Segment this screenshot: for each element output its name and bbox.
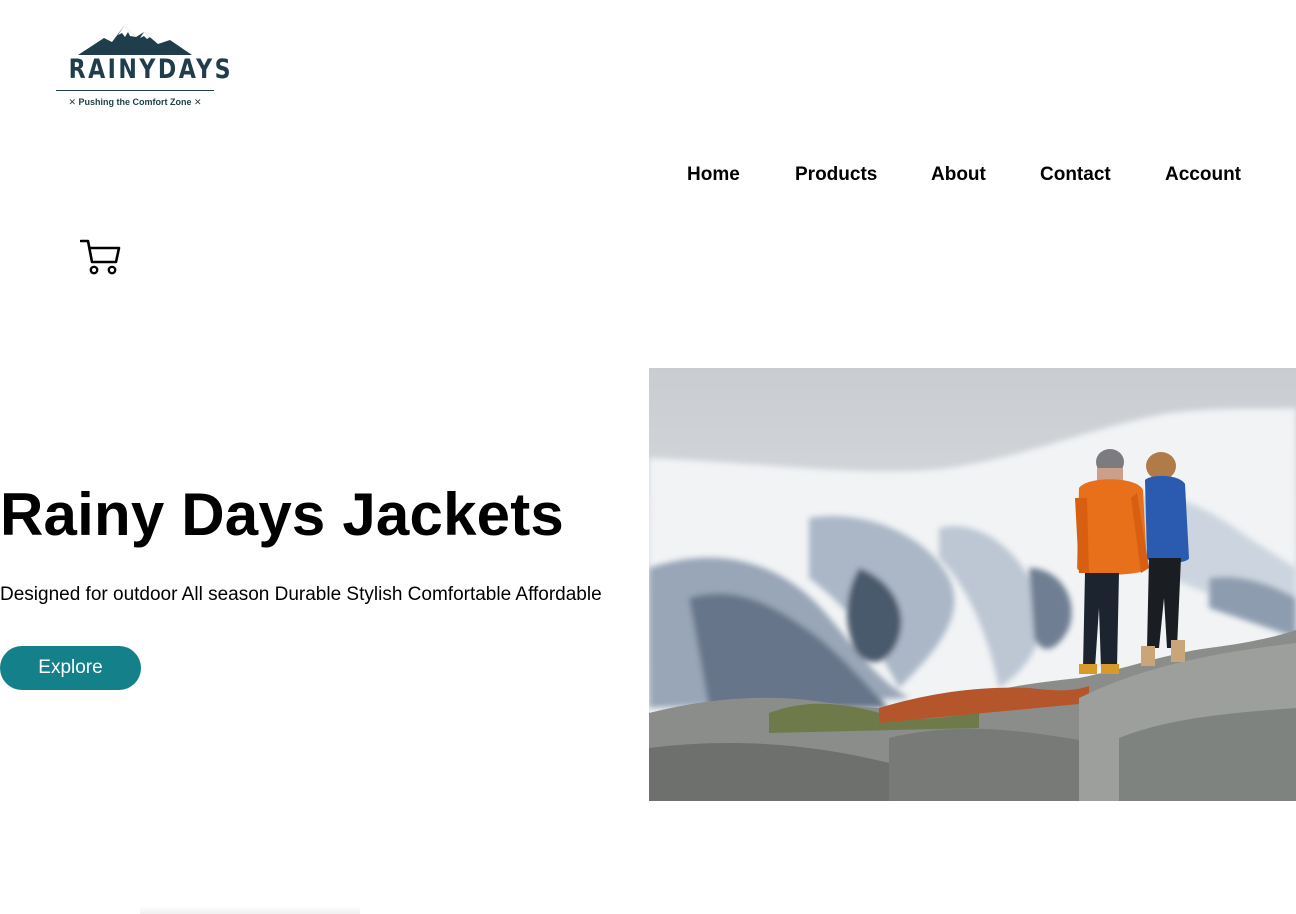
main-nav: Home Products About Contact Account [0, 164, 1296, 190]
nav-contact[interactable]: Contact [1040, 164, 1111, 186]
nav-account[interactable]: Account [1165, 164, 1241, 186]
brand-logo[interactable]: RAINYDAYS ✕ Pushing the Comfort Zone ✕ [54, 22, 234, 114]
below-fold-hint [140, 906, 360, 914]
cart-button[interactable] [79, 238, 122, 276]
brand-tagline: ✕ Pushing the Comfort Zone ✕ [68, 97, 202, 107]
nav-products[interactable]: Products [795, 164, 877, 186]
mountain-logo-icon [78, 26, 192, 55]
nav-home[interactable]: Home [687, 164, 740, 186]
hero-image [649, 368, 1296, 801]
cart-icon [79, 239, 121, 275]
page: RAINYDAYS ✕ Pushing the Comfort Zone ✕ H… [0, 0, 1296, 914]
hero-subtitle: Designed for outdoor All season Durable … [0, 584, 602, 605]
nav-about[interactable]: About [931, 164, 986, 186]
hero-title: Rainy Days Jackets [0, 481, 564, 548]
logo-divider [56, 90, 214, 91]
brand-name: RAINYDAYS [68, 54, 234, 85]
explore-button[interactable]: Explore [0, 646, 141, 690]
